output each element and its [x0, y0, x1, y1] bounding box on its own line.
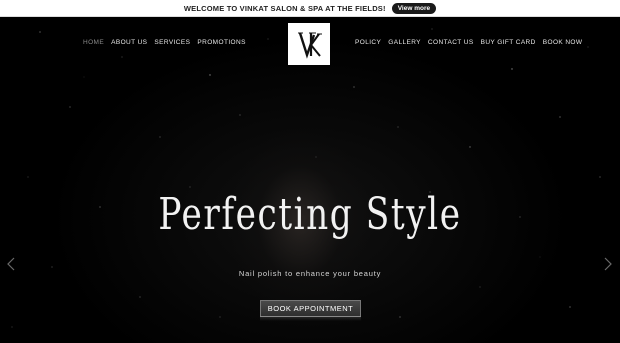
vk-monogram-icon	[298, 32, 322, 59]
nav-item-services[interactable]: SERVICES	[154, 39, 190, 46]
nav-right: POLICY GALLERY CONTACT US BUY GIFT CARD …	[355, 39, 582, 46]
hero-subtitle: Nail polish to enhance your beauty	[238, 269, 382, 278]
view-more-button[interactable]: View more	[391, 2, 437, 14]
nav-left: HOME ABOUT US SERVICES PROMOTIONS	[83, 39, 246, 46]
chevron-left-icon[interactable]	[6, 255, 16, 273]
nav-item-home[interactable]: HOME	[83, 39, 104, 46]
nav-item-promotions[interactable]: PROMOTIONS	[197, 39, 245, 46]
hero-section: HOME ABOUT US SERVICES PROMOTIONS POLICY…	[0, 17, 620, 343]
nav-item-about-us[interactable]: ABOUT US	[111, 39, 147, 46]
starfield-background	[11, 28, 601, 328]
nav-item-policy[interactable]: POLICY	[355, 39, 381, 46]
nav-item-contact-us[interactable]: CONTACT US	[428, 39, 474, 46]
nav-item-gallery[interactable]: GALLERY	[388, 39, 421, 46]
hero-headline: Perfecting Style	[158, 189, 462, 240]
chevron-right-icon[interactable]	[603, 255, 613, 273]
nav-item-buy-gift-card[interactable]: BUY GIFT CARD	[481, 39, 536, 46]
salon-logo[interactable]	[288, 23, 330, 65]
announcement-bar: WELCOME TO VINKAT SALON & SPA AT THE FIE…	[0, 0, 620, 17]
announcement-text: WELCOME TO VINKAT SALON & SPA AT THE FIE…	[183, 3, 386, 13]
nav-item-book-now[interactable]: BOOK NOW	[543, 39, 583, 46]
book-appointment-button[interactable]: BOOK APPOINTMENT	[260, 300, 361, 321]
